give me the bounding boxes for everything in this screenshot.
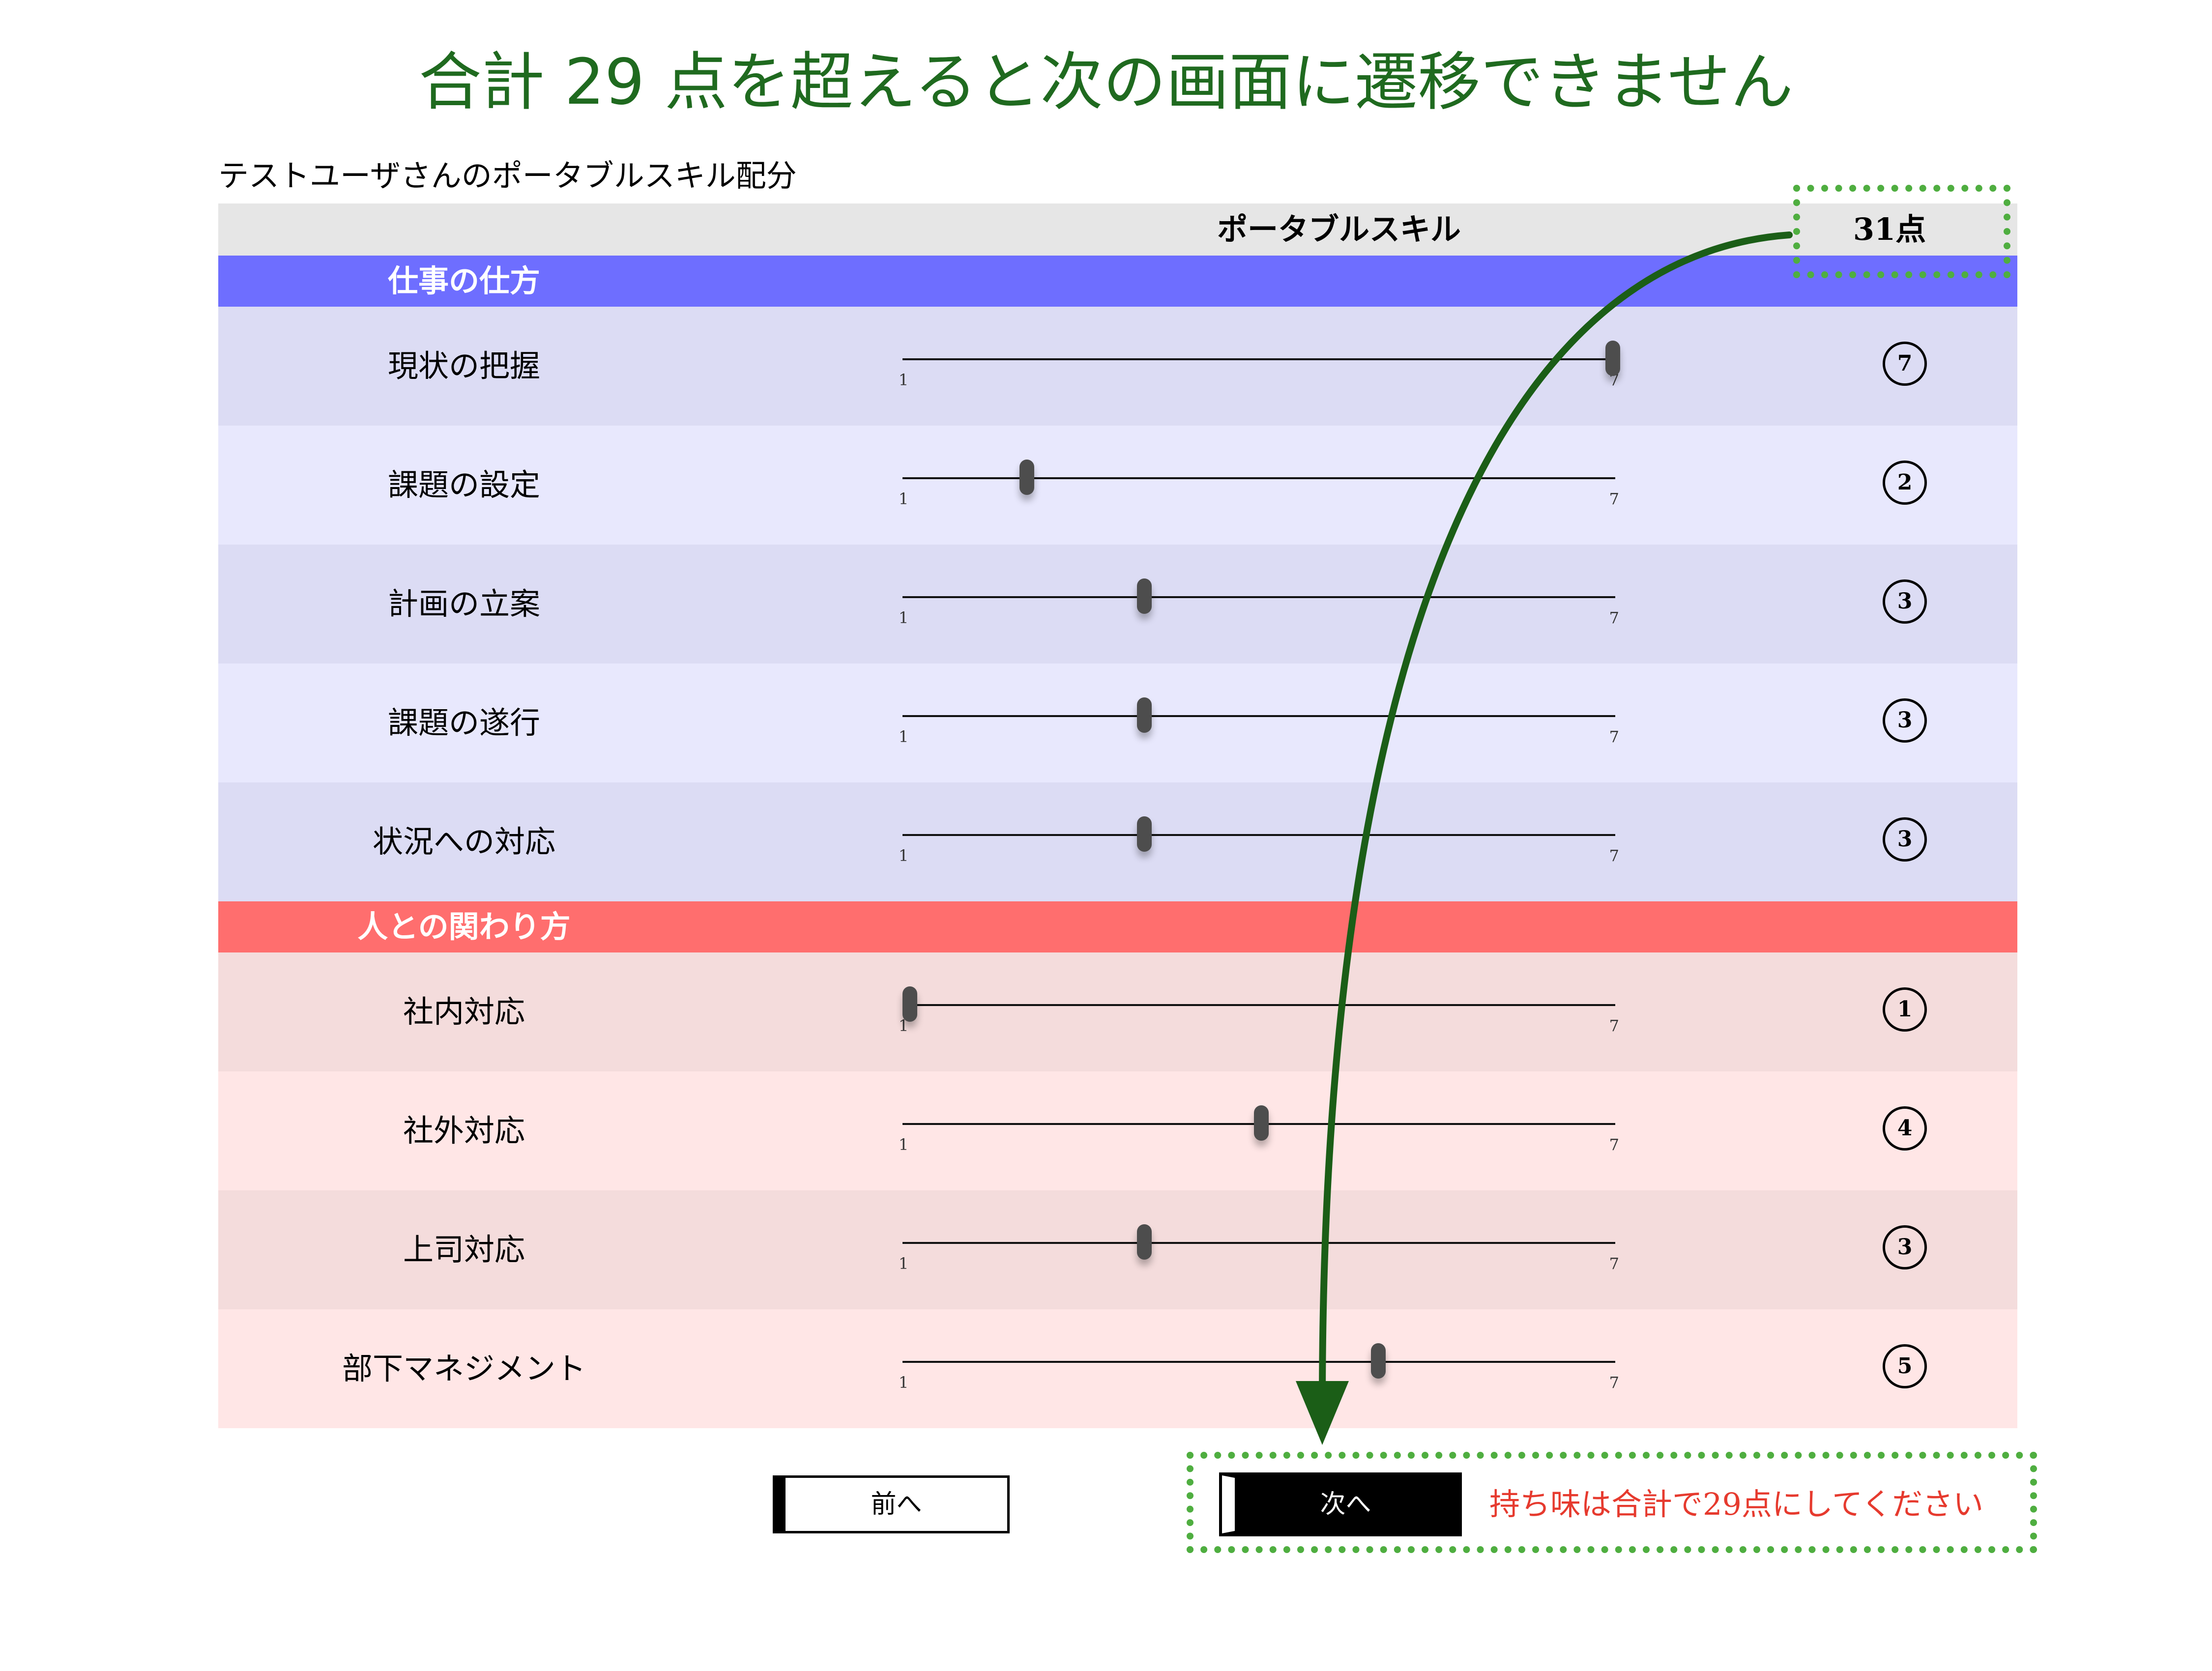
slider-min-label: 1 <box>899 490 909 508</box>
skill-value-badge: 3 <box>1883 1225 1927 1269</box>
skill-value-badge: 4 <box>1883 1106 1927 1151</box>
slider-max-label: 7 <box>1609 1016 1619 1035</box>
slider-track[interactable] <box>902 477 1615 479</box>
skill-slider[interactable]: 17 <box>899 578 1619 640</box>
skill-label: 課題の遂行 <box>387 705 540 741</box>
skill-row: 計画の立案 1 7 3 <box>218 545 2017 663</box>
skill-slider[interactable]: 17 <box>899 697 1619 759</box>
section-header: 仕事の仕方 <box>218 256 2017 307</box>
section-title: 人との関わり方 <box>357 909 571 945</box>
slider-min-label: 1 <box>899 1373 909 1392</box>
skill-slider[interactable]: 17 <box>899 1343 1619 1405</box>
prev-button[interactable]: 前へ <box>773 1475 1010 1533</box>
skill-value-badge: 2 <box>1883 461 1927 505</box>
skill-row: 部下マネジメント 1 7 5 <box>218 1309 2017 1428</box>
slider-track[interactable] <box>902 1242 1615 1244</box>
section-title: 仕事の仕方 <box>387 263 540 299</box>
slider-max-label: 7 <box>1609 490 1619 508</box>
slider-thumb[interactable] <box>1254 1105 1269 1141</box>
slider-thumb[interactable] <box>1136 578 1152 614</box>
skill-label: 上司対応 <box>403 1232 525 1268</box>
slider-track[interactable] <box>902 715 1615 717</box>
slider-min-label: 1 <box>899 846 909 865</box>
skill-slider[interactable]: 17 <box>899 460 1619 521</box>
annotation-headline: 合計 29 点を超えると次の画面に遷移できません <box>418 46 1794 119</box>
skill-row: 課題の設定 1 7 2 <box>218 426 2017 545</box>
skill-table: ポータブルスキル 31点 仕事の仕方 現状の把握 1 7 7 課題の設定 1 7 2 計画の立案 1… <box>218 203 2017 1428</box>
panel-title: テストユーザさんのポータブルスキル配分 <box>218 158 797 194</box>
skill-label: 部下マネジメント <box>342 1351 586 1386</box>
slider-thumb[interactable] <box>902 986 917 1022</box>
skill-row: 状況への対応 1 7 3 <box>218 782 2017 901</box>
skill-slider[interactable]: 17 <box>899 816 1619 878</box>
skill-label: 社外対応 <box>403 1113 525 1149</box>
skill-label: 課題の設定 <box>387 467 540 503</box>
skill-row: 現状の把握 1 7 7 <box>218 307 2017 426</box>
section-header: 人との関わり方 <box>218 901 2017 952</box>
slider-track[interactable] <box>902 1004 1615 1006</box>
slider-max-label: 7 <box>1609 608 1619 627</box>
skill-value-badge: 3 <box>1883 579 1927 624</box>
sections-container: 仕事の仕方 現状の把握 1 7 7 課題の設定 1 7 2 計画の立案 1 7 3 課題の遂行 1 7 3 状況へ… <box>218 256 2017 1428</box>
skill-label: 計画の立案 <box>387 586 540 622</box>
slider-min-label: 1 <box>899 1135 909 1154</box>
skill-slider[interactable]: 17 <box>899 1224 1619 1286</box>
table-header: ポータブルスキル 31点 <box>218 203 2017 256</box>
slider-max-label: 7 <box>1609 727 1619 746</box>
skill-value-badge: 1 <box>1883 987 1927 1032</box>
slider-thumb[interactable] <box>1019 460 1035 495</box>
skill-value-badge: 3 <box>1883 817 1927 862</box>
skill-value-badge: 7 <box>1883 342 1927 386</box>
next-area-highlight-box <box>1187 1452 2037 1553</box>
slider-max-label: 7 <box>1609 1135 1619 1154</box>
slider-thumb[interactable] <box>1605 341 1620 376</box>
skill-row: 上司対応 1 7 3 <box>218 1190 2017 1309</box>
skill-row: 社内対応 1 7 1 <box>218 952 2017 1071</box>
slider-track[interactable] <box>902 834 1615 836</box>
slider-track[interactable] <box>902 1361 1615 1363</box>
skill-label: 状況への対応 <box>372 824 555 860</box>
total-highlight-box <box>1793 185 2010 278</box>
slider-min-label: 1 <box>899 608 909 627</box>
slider-track[interactable] <box>902 358 1615 360</box>
slider-thumb[interactable] <box>1136 697 1152 733</box>
skill-row: 課題の遂行 1 7 3 <box>218 663 2017 782</box>
slider-thumb[interactable] <box>1136 1224 1152 1260</box>
skill-slider[interactable]: 17 <box>899 986 1619 1048</box>
slider-min-label: 1 <box>899 371 909 389</box>
slider-thumb[interactable] <box>1371 1343 1386 1379</box>
slider-min-label: 1 <box>899 727 909 746</box>
skill-label: 現状の把握 <box>387 348 540 384</box>
slider-track[interactable] <box>902 596 1615 598</box>
slider-max-label: 7 <box>1609 846 1619 865</box>
slider-max-label: 7 <box>1609 1254 1619 1273</box>
skill-value-badge: 5 <box>1883 1344 1927 1388</box>
skill-slider[interactable]: 17 <box>899 341 1620 403</box>
skill-slider[interactable]: 17 <box>899 1105 1619 1167</box>
slider-min-label: 1 <box>899 1254 909 1273</box>
skill-value-badge: 3 <box>1883 698 1927 743</box>
column-title: ポータブルスキル <box>1217 211 1461 247</box>
skill-row: 社外対応 1 7 4 <box>218 1071 2017 1190</box>
slider-thumb[interactable] <box>1136 816 1152 852</box>
skill-label: 社内対応 <box>403 994 525 1030</box>
slider-max-label: 7 <box>1609 1373 1619 1392</box>
